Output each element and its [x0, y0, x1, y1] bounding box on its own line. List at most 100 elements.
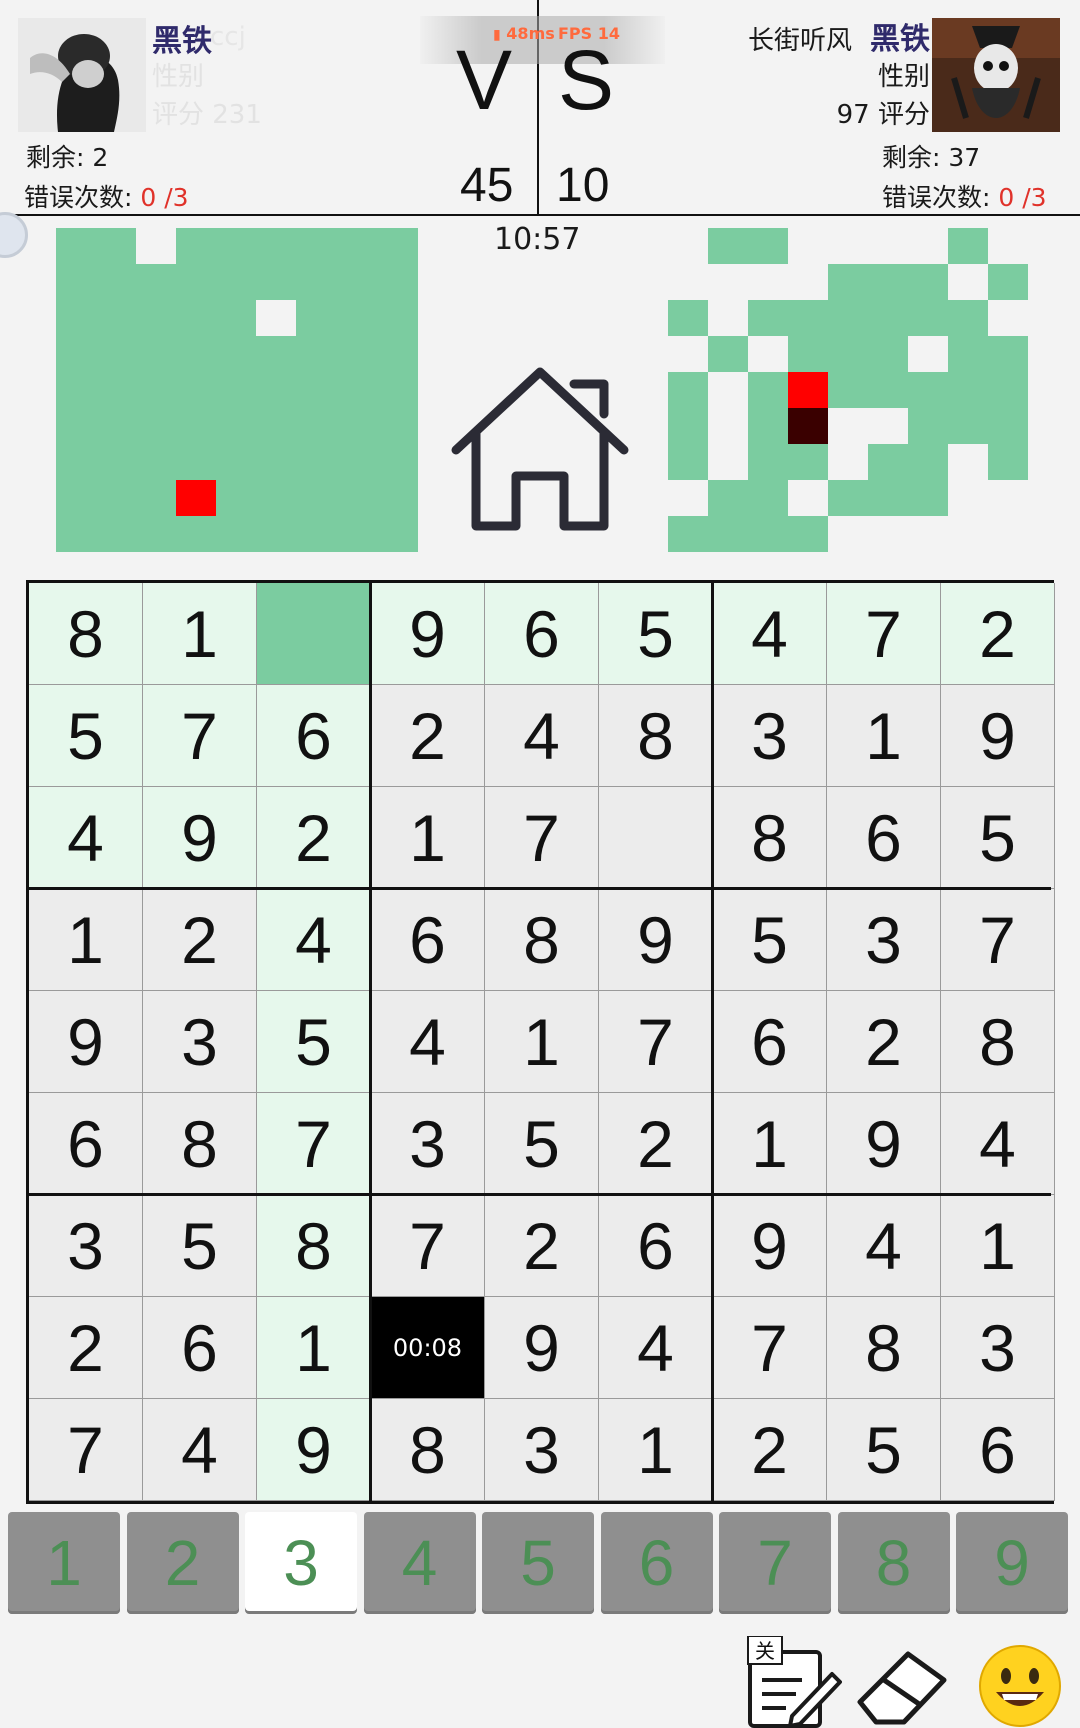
board-cell-r1c9[interactable]: 2 [941, 583, 1055, 685]
board-cell-r7c4[interactable]: 7 [371, 1195, 485, 1297]
board-cell-r6c8[interactable]: 9 [827, 1093, 941, 1195]
board-cell-r8c5[interactable]: 9 [485, 1297, 599, 1399]
board-cell-r4c5[interactable]: 8 [485, 889, 599, 991]
number-key-3[interactable]: 3 [245, 1512, 357, 1614]
board-cell-r4c3[interactable]: 4 [257, 889, 371, 991]
board-cell-r7c1[interactable]: 3 [29, 1195, 143, 1297]
board-cell-r7c5[interactable]: 2 [485, 1195, 599, 1297]
board-cell-r8c6[interactable]: 4 [599, 1297, 713, 1399]
board-cell-r8c4[interactable]: 00:08 [371, 1297, 485, 1399]
board-cell-r9c7[interactable]: 2 [713, 1399, 827, 1501]
board-cell-r9c1[interactable]: 7 [29, 1399, 143, 1501]
board-cell-r1c8[interactable]: 7 [827, 583, 941, 685]
board-cell-r4c2[interactable]: 2 [143, 889, 257, 991]
board-cell-r2c2[interactable]: 7 [143, 685, 257, 787]
board-cell-r9c4[interactable]: 8 [371, 1399, 485, 1501]
board-cell-r8c8[interactable]: 8 [827, 1297, 941, 1399]
board-cell-r8c1[interactable]: 2 [29, 1297, 143, 1399]
board-cell-r5c6[interactable]: 7 [599, 991, 713, 1093]
board-cell-r3c9[interactable]: 5 [941, 787, 1055, 889]
number-key-6[interactable]: 6 [600, 1512, 713, 1614]
board-cell-r2c6[interactable]: 8 [599, 685, 713, 787]
board-cell-r2c7[interactable]: 3 [713, 685, 827, 787]
board-cell-r2c4[interactable]: 2 [371, 685, 485, 787]
board-cell-r3c8[interactable]: 6 [827, 787, 941, 889]
eraser-icon[interactable] [852, 1640, 952, 1728]
home-icon[interactable] [450, 366, 630, 534]
board-cell-r4c8[interactable]: 3 [827, 889, 941, 991]
number-key-7[interactable]: 7 [719, 1512, 831, 1614]
player2-nickname: 长街听风 [747, 26, 852, 56]
number-key-5[interactable]: 5 [482, 1512, 594, 1614]
player1-remaining: 剩余: 2 [26, 143, 109, 172]
number-key-1[interactable]: 1 [8, 1512, 120, 1614]
board-cell-r5c2[interactable]: 3 [143, 991, 257, 1093]
board-cell-r5c5[interactable]: 1 [485, 991, 599, 1093]
board-cell-r3c3[interactable]: 2 [257, 787, 371, 889]
board-cell-r6c6[interactable]: 2 [599, 1093, 713, 1195]
board-cell-r1c6[interactable]: 5 [599, 583, 713, 685]
board-cell-r5c9[interactable]: 8 [941, 991, 1055, 1093]
board-cell-r7c6[interactable]: 6 [599, 1195, 713, 1297]
board-cell-r9c2[interactable]: 4 [143, 1399, 257, 1501]
board-cell-r8c2[interactable]: 6 [143, 1297, 257, 1399]
board-cell-r7c2[interactable]: 5 [143, 1195, 257, 1297]
board-cell-r5c1[interactable]: 9 [29, 991, 143, 1093]
player1-avatar[interactable] [18, 18, 146, 132]
side-drawer-tab[interactable] [0, 212, 28, 258]
vs-s: S [558, 33, 615, 127]
board-cell-r6c9[interactable]: 4 [941, 1093, 1055, 1195]
board-cell-r6c1[interactable]: 6 [29, 1093, 143, 1195]
board-cell-r7c7[interactable]: 9 [713, 1195, 827, 1297]
board-cell-r4c7[interactable]: 5 [713, 889, 827, 991]
board-cell-r2c8[interactable]: 1 [827, 685, 941, 787]
board-cell-r1c7[interactable]: 4 [713, 583, 827, 685]
board-cell-r6c5[interactable]: 5 [485, 1093, 599, 1195]
board-cell-r1c5[interactable]: 6 [485, 583, 599, 685]
board-cell-r4c6[interactable]: 9 [599, 889, 713, 991]
board-cell-r9c8[interactable]: 5 [827, 1399, 941, 1501]
board-cell-r2c9[interactable]: 9 [941, 685, 1055, 787]
board-cell-r4c9[interactable]: 7 [941, 889, 1055, 991]
board-cell-r8c7[interactable]: 7 [713, 1297, 827, 1399]
number-key-4[interactable]: 4 [363, 1512, 476, 1614]
notes-pencil-icon[interactable]: 关 [746, 1636, 842, 1728]
board-cell-r4c4[interactable]: 6 [371, 889, 485, 991]
board-cell-r8c3[interactable]: 1 [257, 1297, 371, 1399]
board-cell-r1c1[interactable]: 8 [29, 583, 143, 685]
board-cell-r5c7[interactable]: 6 [713, 991, 827, 1093]
board-cell-r6c3[interactable]: 7 [257, 1093, 371, 1195]
board-cell-r9c9[interactable]: 6 [941, 1399, 1055, 1501]
board-cell-r2c5[interactable]: 4 [485, 685, 599, 787]
board-cell-r3c4[interactable]: 1 [371, 787, 485, 889]
board-cell-r3c7[interactable]: 8 [713, 787, 827, 889]
board-cell-r1c2[interactable]: 1 [143, 583, 257, 685]
board-cell-r3c2[interactable]: 9 [143, 787, 257, 889]
board-cell-r6c4[interactable]: 3 [371, 1093, 485, 1195]
board-cell-r9c5[interactable]: 3 [485, 1399, 599, 1501]
number-key-2[interactable]: 2 [126, 1512, 239, 1614]
board-cell-r2c1[interactable]: 5 [29, 685, 143, 787]
board-cell-r8c9[interactable]: 3 [941, 1297, 1055, 1399]
board-cell-r5c4[interactable]: 4 [371, 991, 485, 1093]
board-cell-r9c6[interactable]: 1 [599, 1399, 713, 1501]
number-key-9[interactable]: 9 [956, 1512, 1068, 1614]
board-cell-r6c2[interactable]: 8 [143, 1093, 257, 1195]
smiley-emoji-icon[interactable] [976, 1642, 1064, 1728]
board-cell-r3c6[interactable] [599, 787, 713, 889]
board-cell-r6c7[interactable]: 1 [713, 1093, 827, 1195]
board-cell-r7c3[interactable]: 8 [257, 1195, 371, 1297]
board-cell-r1c3[interactable] [257, 583, 371, 685]
board-cell-r1c4[interactable]: 9 [371, 583, 485, 685]
player2-avatar[interactable] [932, 18, 1060, 132]
board-cell-r5c3[interactable]: 5 [257, 991, 371, 1093]
number-key-8[interactable]: 8 [837, 1512, 950, 1614]
board-cell-r7c8[interactable]: 4 [827, 1195, 941, 1297]
board-cell-r9c3[interactable]: 9 [257, 1399, 371, 1501]
board-cell-r2c3[interactable]: 6 [257, 685, 371, 787]
board-cell-r3c1[interactable]: 4 [29, 787, 143, 889]
board-cell-r5c8[interactable]: 2 [827, 991, 941, 1093]
board-cell-r7c9[interactable]: 1 [941, 1195, 1055, 1297]
board-cell-r4c1[interactable]: 1 [29, 889, 143, 991]
board-cell-r3c5[interactable]: 7 [485, 787, 599, 889]
